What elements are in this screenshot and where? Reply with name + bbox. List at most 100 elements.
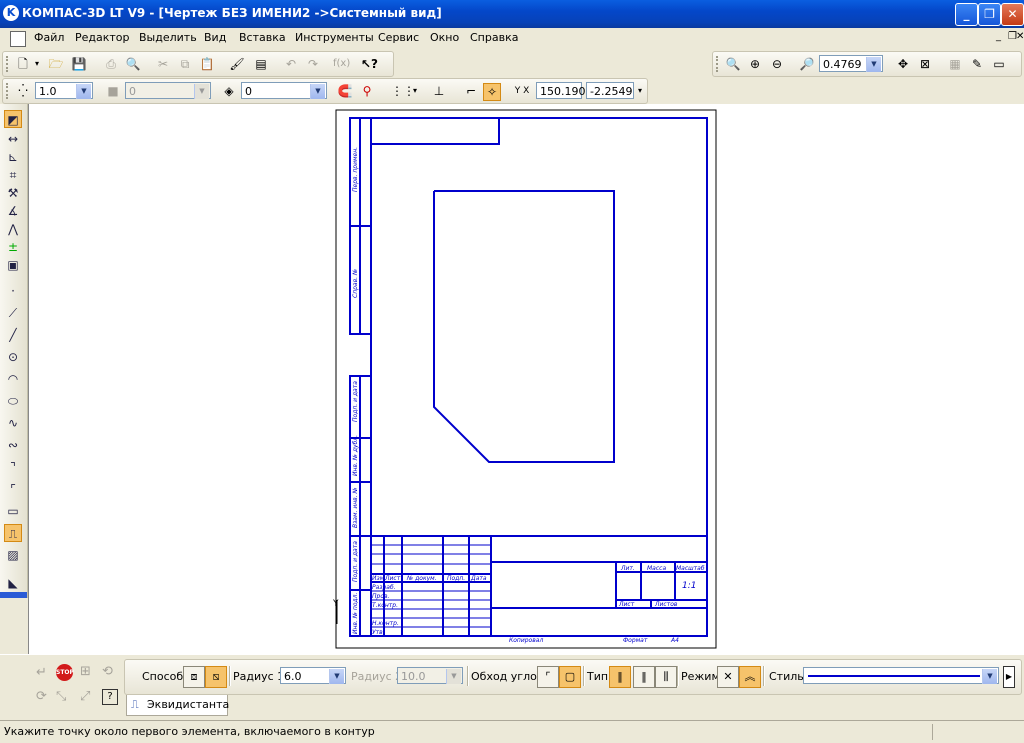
chamfer-icon[interactable]: ⌝: [4, 458, 22, 476]
select-panel-icon[interactable]: ⋀: [4, 220, 22, 238]
corner-round-button[interactable]: ⌜: [537, 666, 559, 688]
ellipse-icon[interactable]: ⬭: [4, 392, 22, 410]
method-both-sides-button[interactable]: ⧈: [183, 666, 205, 688]
rectangle-icon[interactable]: ▭: [4, 502, 22, 520]
local-cs-icon[interactable]: ⊥: [431, 83, 447, 99]
show-all-icon[interactable]: ⊠: [917, 56, 933, 72]
toolbar-overflow-icon[interactable]: ▾: [635, 83, 645, 99]
fragment-panel-icon[interactable]: ▣: [4, 256, 22, 274]
stop-icon[interactable]: STOP: [56, 664, 74, 681]
properties-brush-icon[interactable]: 🖌: [229, 56, 245, 72]
screen-icon[interactable]: ▭: [991, 56, 1007, 72]
menu-edit[interactable]: Редактор: [75, 31, 130, 44]
type-two-side-button[interactable]: ‖: [633, 666, 655, 688]
type-both-button[interactable]: ⫼: [655, 666, 677, 688]
layer-field[interactable]: 0 ▼: [241, 82, 327, 99]
create-object-icon[interactable]: ⊞: [80, 664, 91, 679]
copy-icon[interactable]: ⧉: [177, 56, 193, 72]
enter-icon[interactable]: ↵: [36, 665, 47, 680]
drawing-canvas[interactable]: Перв. примен. Справ. № Подп. и дата Инв.…: [28, 104, 1024, 654]
mode-a-button[interactable]: ✕: [717, 666, 739, 688]
refresh-icon[interactable]: ▦: [947, 56, 963, 72]
toolbar-grip[interactable]: [6, 56, 11, 72]
chevron-down-icon[interactable]: ▼: [194, 84, 209, 99]
menu-window[interactable]: Окно: [430, 31, 459, 44]
point-icon[interactable]: ·: [4, 282, 22, 300]
toolbar-grip[interactable]: [716, 56, 721, 72]
style-field[interactable]: 0 ▼: [125, 82, 211, 99]
local-snap-icon[interactable]: ⚲: [359, 83, 375, 99]
scale-icon[interactable]: ⤢: [80, 689, 90, 704]
close-button[interactable]: ✕: [1001, 3, 1024, 26]
dimensions-panel-icon[interactable]: ↔: [4, 130, 22, 148]
snap-magnet-icon[interactable]: 🧲: [337, 83, 353, 99]
save-icon[interactable]: 💾: [71, 56, 87, 72]
menu-insert[interactable]: Вставка: [239, 31, 286, 44]
circle-icon[interactable]: ⊙: [4, 348, 22, 366]
chevron-down-icon[interactable]: ▼: [329, 669, 344, 684]
print-preview-icon[interactable]: 🔍: [125, 56, 141, 72]
minimize-button[interactable]: _: [955, 3, 978, 26]
mdi-close-icon[interactable]: ✕: [1016, 31, 1024, 42]
open-folder-icon[interactable]: 🗁: [48, 56, 64, 72]
current-view-icon[interactable]: ■: [105, 83, 121, 99]
segment-icon[interactable]: ╱: [4, 326, 22, 344]
auxiliary-line-icon[interactable]: ⟋: [4, 304, 22, 322]
measure-panel-icon[interactable]: ∡: [4, 202, 22, 220]
menu-file[interactable]: Файл: [34, 31, 64, 44]
pencil-icon[interactable]: ✎: [969, 56, 985, 72]
undo-icon[interactable]: ↶: [283, 56, 299, 72]
rotate-icon[interactable]: ⤡: [56, 689, 66, 704]
fillet-icon[interactable]: ⌜: [4, 480, 22, 498]
zoom-field[interactable]: 0.4769 ▼: [819, 55, 883, 72]
equidistant-icon[interactable]: ⎍: [4, 524, 22, 542]
edit-panel-icon[interactable]: ⌗: [4, 166, 22, 184]
cursor-step-icon[interactable]: ⁛: [15, 83, 31, 99]
spec-panel-icon[interactable]: ±: [4, 238, 22, 256]
zoom-out-icon[interactable]: ⊖: [769, 56, 785, 72]
spline-icon[interactable]: ∿: [4, 414, 22, 432]
function-icon[interactable]: f(x): [333, 56, 350, 72]
curve-icon[interactable]: ∾: [4, 436, 22, 454]
repeat-icon[interactable]: ⟳: [36, 689, 47, 704]
zoom-in-icon[interactable]: ⊕: [747, 56, 763, 72]
redo-icon[interactable]: ↷: [305, 56, 321, 72]
zoom-window-icon[interactable]: 🔍: [725, 56, 741, 72]
manager-icon[interactable]: ▤: [253, 56, 269, 72]
menu-service[interactable]: Сервис: [378, 31, 419, 44]
geometry-panel-icon[interactable]: ◩: [4, 110, 22, 128]
mdi-minimize-icon[interactable]: _: [996, 31, 1001, 42]
menu-select[interactable]: Выделить: [139, 31, 197, 44]
symbols-panel-icon[interactable]: ⊾: [4, 148, 22, 166]
coord-y-field[interactable]: -2.2549: [586, 82, 634, 99]
menu-view[interactable]: Вид: [204, 31, 226, 44]
pan-icon[interactable]: ✥: [895, 56, 911, 72]
coord-x-field[interactable]: 150.190: [536, 82, 586, 99]
chevron-down-icon[interactable]: ▼: [310, 84, 325, 99]
corner-sharp-button[interactable]: ▢: [559, 666, 581, 688]
help-icon[interactable]: ?: [102, 689, 118, 705]
grid-dropdown-icon[interactable]: ▾: [407, 83, 423, 99]
grid-icon[interactable]: ⋮⋮: [391, 83, 415, 99]
chevron-down-icon[interactable]: ▼: [76, 84, 91, 99]
type-one-side-button[interactable]: ‖: [609, 666, 631, 688]
hatch-icon[interactable]: ▨: [4, 546, 22, 564]
round-snap-icon[interactable]: ✧: [483, 83, 501, 101]
ortho-icon[interactable]: ⌐: [463, 83, 479, 99]
maximize-button[interactable]: ❐: [978, 3, 1001, 26]
chevron-down-icon[interactable]: ▼: [982, 669, 997, 684]
paste-icon[interactable]: 📋: [199, 56, 215, 72]
collect-contour-icon[interactable]: ◣: [4, 574, 22, 592]
radius1-field[interactable]: 6.0 ▼: [280, 667, 346, 684]
toolbar-scroll-indicator[interactable]: [0, 592, 27, 598]
help-pointer-icon[interactable]: ↖?: [361, 56, 378, 72]
cut-icon[interactable]: ✂: [155, 56, 171, 72]
panel-scroll-right-icon[interactable]: ▶: [1003, 666, 1015, 688]
app-icon[interactable]: K: [3, 5, 19, 21]
line-style-field[interactable]: ▼: [803, 667, 999, 684]
menu-tools[interactable]: Инструменты: [295, 31, 374, 44]
toolbar-grip[interactable]: [6, 83, 11, 99]
layers-icon[interactable]: ◈: [221, 83, 237, 99]
radius2-field[interactable]: 10.0 ▼: [397, 667, 463, 684]
document-icon[interactable]: [10, 31, 26, 47]
